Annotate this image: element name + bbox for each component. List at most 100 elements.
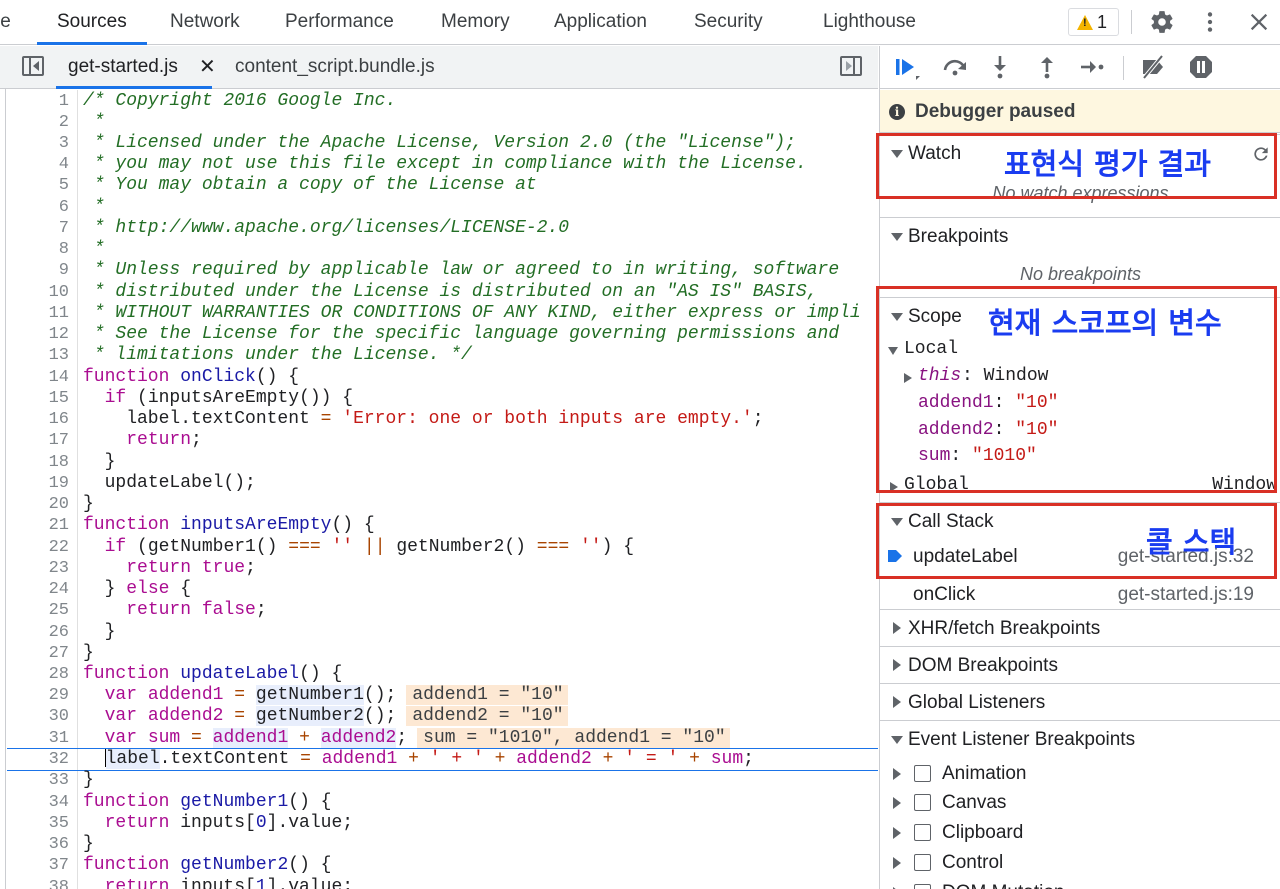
tab-lighthouse[interactable]: Lighthouse [823,0,916,45]
kebab-menu-icon[interactable] [1194,6,1226,38]
line-number[interactable]: 22 [7,537,69,558]
line-number[interactable]: 37 [7,855,69,876]
line-number[interactable]: 13 [7,345,69,366]
line-number[interactable]: 29 [7,685,69,706]
code-line: 15 if (inputsAreEmpty()) { [7,388,878,409]
tab-console[interactable]: le [0,0,11,45]
deactivate-breakpoints-icon[interactable] [1138,52,1168,82]
file-tab-content-script[interactable]: content_script.bundle.js [235,46,435,88]
tab-performance[interactable]: Performance [285,0,394,45]
line-number[interactable]: 6 [7,197,69,218]
warnings-badge[interactable]: 1 [1068,8,1119,36]
line-number[interactable]: 34 [7,792,69,813]
global-listeners-section-header[interactable]: Global Listeners [880,683,1280,720]
code-line: 14 function onClick() { [7,367,878,388]
line-number[interactable]: 11 [7,303,69,324]
line-number[interactable]: 10 [7,282,69,303]
file-tab-get-started[interactable]: get-started.js [56,46,212,89]
event-category-row[interactable]: Clipboard [880,818,1280,848]
line-number[interactable]: 35 [7,813,69,834]
collapse-triangle-icon [893,622,901,634]
line-number[interactable]: 32 [7,749,69,770]
line-number[interactable]: 3 [7,133,69,154]
line-number[interactable]: 17 [7,430,69,451]
expand-triangle-icon [891,233,903,241]
event-listener-breakpoints-section-header[interactable]: Event Listener Breakpoints [880,720,1280,757]
event-category-row[interactable]: DOM Mutation [880,878,1280,889]
line-number[interactable]: 20 [7,494,69,515]
event-category-label: Canvas [942,792,1007,813]
event-listener-breakpoints-label: Event Listener Breakpoints [908,729,1136,750]
line-number[interactable]: 36 [7,834,69,855]
toggle-debugger-icon[interactable] [840,56,862,76]
xhr-breakpoints-section-header[interactable]: XHR/fetch Breakpoints [880,609,1280,646]
paused-label: Debugger paused [915,101,1076,122]
line-number[interactable]: 19 [7,473,69,494]
line-number[interactable]: 33 [7,770,69,791]
close-icon[interactable] [1243,6,1275,38]
line-number[interactable]: 18 [7,452,69,473]
event-category-checkbox[interactable] [914,824,931,841]
code-line: 1 /* Copyright 2016 Google Inc. [7,91,878,112]
line-number[interactable]: 12 [7,324,69,345]
call-frame[interactable]: onClick get-started.js:19 [880,576,1280,613]
event-category-checkbox[interactable] [914,765,931,782]
line-number[interactable]: 23 [7,558,69,579]
event-category-checkbox[interactable] [914,794,931,811]
line-number[interactable]: 5 [7,175,69,196]
call-frame-location[interactable]: get-started.js:19 [1118,576,1254,613]
line-number[interactable]: 21 [7,515,69,536]
tab-sources[interactable]: Sources [37,0,147,45]
line-number[interactable]: 30 [7,706,69,727]
keyword: return [126,430,192,450]
event-category-row[interactable]: Animation [880,759,1280,789]
line-number[interactable]: 28 [7,664,69,685]
line-number[interactable]: 4 [7,154,69,175]
step-out-icon[interactable] [1032,52,1062,82]
toolbar-divider [1131,10,1132,34]
gear-icon[interactable] [1146,6,1178,38]
line-number[interactable]: 24 [7,579,69,600]
code-text: * Unless required by applicable law or a… [83,260,840,280]
pause-on-exceptions-icon[interactable] [1186,52,1216,82]
code-text: * You may obtain a copy of the License a… [83,175,537,195]
line-number[interactable]: 31 [7,728,69,749]
resume-icon[interactable] [892,52,922,82]
line-number[interactable]: 26 [7,622,69,643]
dom-breakpoints-section-header[interactable]: DOM Breakpoints [880,646,1280,683]
step-over-icon[interactable] [940,52,970,82]
line-number[interactable]: 1 [7,91,69,112]
keyword: var [104,728,138,748]
code-editor[interactable]: 1 /* Copyright 2016 Google Inc. 2 * 3 * L… [7,90,878,889]
step-into-icon[interactable] [985,52,1015,82]
code-line: 5 * You may obtain a copy of the License… [7,175,878,196]
event-category-row[interactable]: Canvas [880,788,1280,818]
code-line: 3 * Licensed under the Apache License, V… [7,133,878,154]
tab-network[interactable]: Network [170,0,240,45]
code-text: * limitations under the License. */ [83,345,472,365]
line-number[interactable]: 16 [7,409,69,430]
collapse-triangle-icon [893,659,901,671]
close-tab-icon[interactable]: ✕ [199,46,216,88]
line-number[interactable]: 7 [7,218,69,239]
step-icon[interactable] [1078,52,1108,82]
line-number[interactable]: 2 [7,112,69,133]
line-number[interactable]: 25 [7,600,69,621]
line-number[interactable]: 8 [7,239,69,260]
line-number[interactable]: 38 [7,877,69,889]
identifier: addend1 [212,728,289,748]
code-line: 2 * [7,112,878,133]
tab-application[interactable]: Application [554,0,647,45]
line-number[interactable]: 14 [7,367,69,388]
line-number[interactable]: 9 [7,260,69,281]
toggle-navigator-icon[interactable] [22,56,44,76]
event-category-checkbox[interactable] [914,884,931,889]
event-category-checkbox[interactable] [914,854,931,871]
line-number[interactable]: 27 [7,643,69,664]
tab-memory[interactable]: Memory [441,0,510,45]
tab-security[interactable]: Security [694,0,763,45]
line-number[interactable]: 15 [7,388,69,409]
code-line: 33} [7,770,878,791]
breakpoints-section-header[interactable]: Breakpoints [880,217,1280,254]
event-category-row[interactable]: Control [880,848,1280,878]
